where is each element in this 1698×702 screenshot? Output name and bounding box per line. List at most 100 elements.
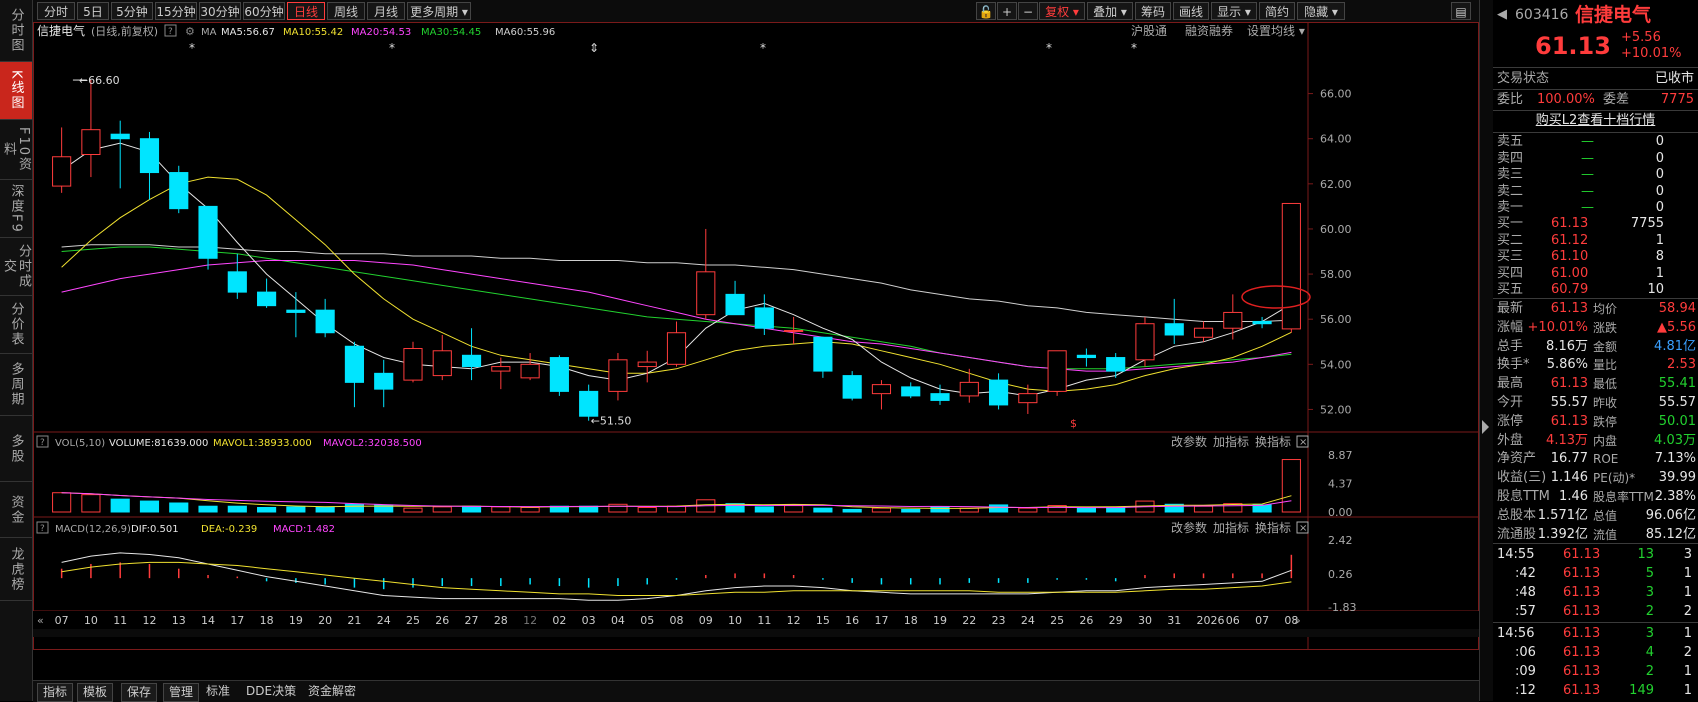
- period-tab-5[interactable]: 60分钟: [243, 2, 285, 20]
- nav-资金[interactable]: 资金: [0, 482, 32, 538]
- candle[interactable]: [227, 253, 247, 299]
- event-marker[interactable]: *: [760, 41, 766, 55]
- period-tab-9[interactable]: 更多周期 ▾: [407, 2, 471, 20]
- event-marker[interactable]: *: [1046, 41, 1052, 55]
- nav-F10资料[interactable]: F10资料: [0, 120, 32, 180]
- event-marker[interactable]: ⇕: [589, 41, 599, 55]
- kline-chart-area[interactable]: 信捷电气 (日线,前复权)? ⚙ MA MA5:56.67 MA10:55.42 MA20:…: [33, 22, 1479, 668]
- panel-splitter[interactable]: [1479, 0, 1494, 701]
- macd-link-2[interactable]: 换指标: [1255, 520, 1291, 535]
- scroll-left-icon[interactable]: «: [37, 614, 44, 627]
- candle[interactable]: [432, 334, 452, 381]
- toolbar-right-2[interactable]: 筹码: [1135, 2, 1171, 20]
- plus-icon[interactable]: +: [997, 2, 1017, 20]
- period-tab-4[interactable]: 30分钟: [199, 2, 241, 20]
- candle[interactable]: [110, 120, 130, 189]
- bottom-btn-管理[interactable]: 管理: [163, 683, 200, 702]
- event-marker[interactable]: *: [389, 41, 395, 55]
- header-link-0[interactable]: 沪股通: [1131, 24, 1167, 38]
- nav-多股[interactable]: 多股: [0, 416, 32, 482]
- candle[interactable]: [959, 368, 979, 403]
- candle[interactable]: [257, 278, 277, 308]
- candle[interactable]: [637, 350, 657, 383]
- nav-分价表[interactable]: 分价表: [0, 296, 32, 354]
- bottom-btn-资金解密[interactable]: 资金解密: [303, 683, 361, 700]
- gear-icon[interactable]: ⚙: [185, 25, 195, 38]
- event-marker[interactable]: *: [1131, 41, 1137, 55]
- candle[interactable]: [374, 359, 394, 408]
- header-link-2[interactable]: 设置均线 ▾: [1247, 24, 1305, 38]
- bottom-btn-模板[interactable]: 模板: [77, 683, 114, 702]
- candle[interactable]: [901, 382, 921, 399]
- collapse-icon[interactable]: ▤: [1451, 2, 1471, 20]
- candle[interactable]: [608, 353, 628, 401]
- period-tab-8[interactable]: 月线: [367, 2, 405, 20]
- candle[interactable]: [842, 371, 862, 401]
- kline-chart-svg[interactable]: 信捷电气 (日线,前复权)? ⚙ MA MA5:56.67 MA10:55.42 MA20:…: [33, 22, 1479, 668]
- l2-upgrade-link[interactable]: 购买L2查看十档行情: [1536, 113, 1656, 128]
- candle[interactable]: [549, 355, 569, 396]
- candle[interactable]: [813, 336, 833, 378]
- dividend-marker-icon[interactable]: $: [1070, 417, 1077, 430]
- vol-link-1[interactable]: 加指标: [1213, 434, 1249, 449]
- toolbar-right-5[interactable]: 简约: [1259, 2, 1295, 20]
- period-tab-1[interactable]: 5日: [77, 2, 109, 20]
- period-tab-6[interactable]: 日线: [287, 2, 325, 20]
- period-tab-0[interactable]: 分时: [37, 2, 75, 20]
- period-tab-2[interactable]: 5分钟: [111, 2, 153, 20]
- nav-深度F9[interactable]: 深度F9: [0, 180, 32, 238]
- toolbar-right-1[interactable]: 叠加 ▾: [1087, 2, 1133, 20]
- macd-link-1[interactable]: 加指标: [1213, 520, 1249, 535]
- candle[interactable]: [1223, 294, 1243, 340]
- candle[interactable]: [1193, 321, 1214, 342]
- period-tab-3[interactable]: 15分钟: [155, 2, 197, 20]
- candle[interactable]: [988, 373, 1009, 410]
- header-link-1[interactable]: 融资融券: [1185, 23, 1233, 38]
- candle[interactable]: [1076, 348, 1096, 367]
- bottom-btn-保存[interactable]: 保存: [121, 683, 158, 702]
- nav-分时成交[interactable]: 分时成交: [0, 238, 32, 296]
- nav-分时图[interactable]: 分时图: [0, 0, 32, 62]
- candle[interactable]: [666, 321, 687, 367]
- toolbar-right-6[interactable]: 隐藏 ▾: [1297, 2, 1345, 20]
- candle[interactable]: [871, 380, 892, 410]
- vol-link-0[interactable]: 改参数: [1171, 434, 1207, 449]
- candle[interactable]: [784, 316, 804, 345]
- vol-link-2[interactable]: 换指标: [1255, 434, 1291, 449]
- candle[interactable]: [139, 131, 160, 200]
- bottom-btn-标准[interactable]: 标准: [201, 683, 235, 700]
- bottom-btn-指标[interactable]: 指标: [37, 683, 74, 702]
- macd-link-0[interactable]: 改参数: [1171, 520, 1207, 535]
- candle[interactable]: [403, 341, 423, 383]
- toolbar-right-4[interactable]: 显示 ▾: [1211, 2, 1257, 20]
- candle[interactable]: [696, 228, 716, 320]
- candle[interactable]: [198, 205, 218, 270]
- candle[interactable]: [520, 353, 540, 381]
- candle[interactable]: [286, 292, 306, 338]
- candle[interactable]: [1047, 350, 1067, 396]
- candle[interactable]: [1281, 202, 1301, 333]
- candle[interactable]: [1252, 316, 1272, 329]
- candle[interactable]: [461, 328, 482, 381]
- period-tab-7[interactable]: 周线: [327, 2, 365, 20]
- bottom-btn-DDE决策[interactable]: DDE决策: [241, 683, 301, 700]
- candle[interactable]: [725, 280, 745, 316]
- candle[interactable]: [1018, 384, 1038, 414]
- nav-多周期[interactable]: 多周期: [0, 354, 32, 416]
- candle[interactable]: [81, 80, 101, 178]
- candle[interactable]: [930, 384, 950, 405]
- nav-龙虎榜[interactable]: 龙虎榜: [0, 538, 32, 601]
- candle[interactable]: [1164, 298, 1184, 345]
- lock-icon[interactable]: 🔓: [976, 2, 996, 20]
- candle[interactable]: [315, 298, 335, 338]
- candle[interactable]: [169, 165, 189, 214]
- candle[interactable]: [52, 127, 72, 193]
- collapse-arrow-icon[interactable]: [1482, 420, 1489, 434]
- candle[interactable]: [344, 341, 365, 408]
- back-arrow-icon[interactable]: ◀: [1497, 2, 1507, 28]
- candle[interactable]: [1135, 316, 1155, 367]
- toolbar-right-3[interactable]: 画线: [1173, 2, 1209, 20]
- event-marker[interactable]: *: [189, 41, 195, 55]
- toolbar-right-0[interactable]: 复权 ▾: [1039, 2, 1085, 20]
- candle[interactable]: [1106, 353, 1126, 378]
